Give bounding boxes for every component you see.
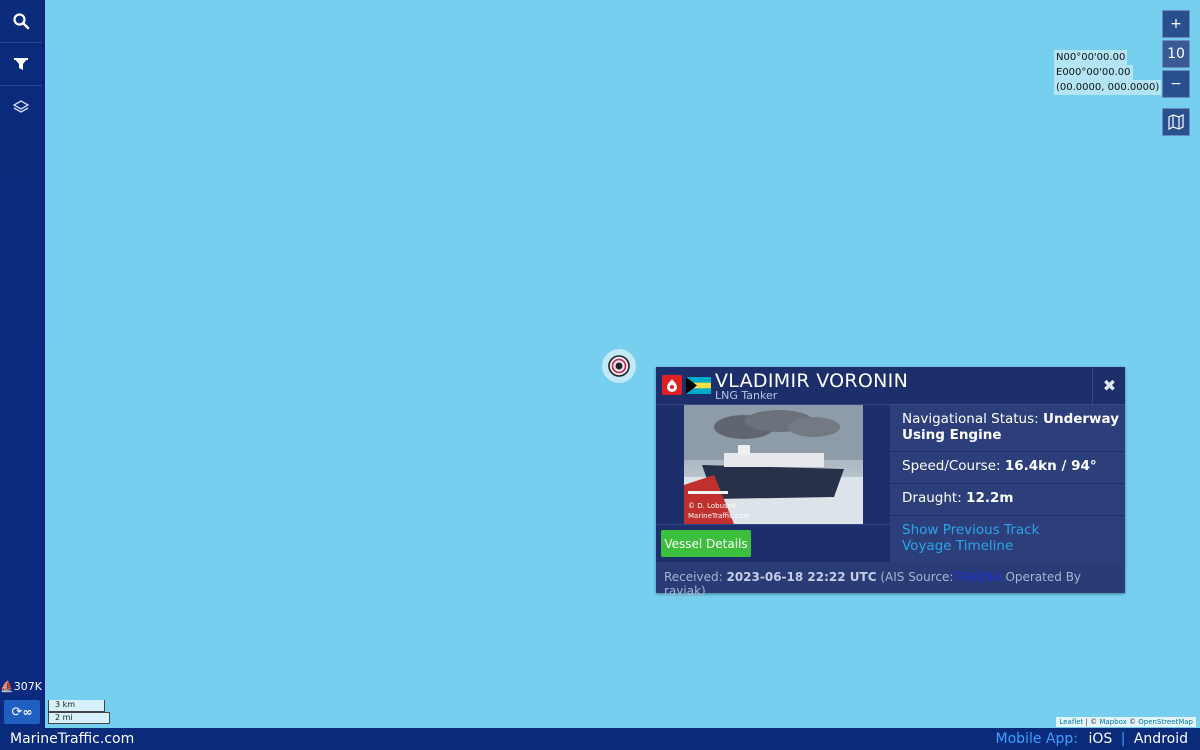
osm-link[interactable]: OpenStreetMap <box>1138 718 1193 726</box>
search-button[interactable] <box>0 0 42 43</box>
map-icon <box>1168 114 1184 130</box>
draught-row: Draught: 12.2m <box>890 484 1125 516</box>
photo-credit-line-2: MarineTraffic.com <box>688 512 751 520</box>
track-links: Show Previous Track Voyage Timeline <box>890 516 1125 562</box>
zoom-out-label: − <box>1170 76 1182 92</box>
replay-button[interactable]: ⟳ ∞ <box>4 700 40 724</box>
show-previous-track-link[interactable]: Show Previous Track <box>902 522 1125 538</box>
filter-button[interactable] <box>0 43 42 86</box>
vessel-count-value: 307K <box>13 680 42 693</box>
speed-course-label: Speed/Course: <box>902 458 1005 474</box>
attribution-sep-1: | © <box>1083 718 1100 726</box>
coord-lon: E000°00'00.00 <box>1054 65 1133 80</box>
sidebar-edge <box>42 0 45 728</box>
speed-course-value: 16.4kn / 94° <box>1004 458 1097 474</box>
nav-status-row: Navigational Status: Underway Using Engi… <box>890 405 1125 452</box>
mapbox-link[interactable]: Mapbox <box>1099 718 1126 726</box>
voyage-timeline-link[interactable]: Voyage Timeline <box>902 538 1125 554</box>
app-separator: | <box>1120 731 1126 747</box>
leaflet-link[interactable]: Leaflet <box>1059 718 1083 726</box>
coord-decimal: (00.0000, 000.0000) <box>1054 80 1162 95</box>
scale-mi: 2 mi <box>48 712 110 724</box>
map-attribution: Leaflet | © Mapbox © OpenStreetMap <box>1056 717 1196 727</box>
close-popup-button[interactable]: ✖ <box>1092 367 1126 404</box>
search-icon <box>13 13 30 30</box>
filter-icon <box>14 58 28 70</box>
coordinates-readout: N00°00'00.00 E000°00'00.00 (00.0000, 000… <box>1054 50 1162 95</box>
received-label: Received: <box>664 570 727 584</box>
footer-bar: MarineTraffic.com Mobile App: iOS | Andr… <box>0 728 1200 750</box>
ship-icon: ⛵ <box>0 680 14 693</box>
android-link[interactable]: Android <box>1134 731 1188 747</box>
received-value: 2023-06-18 22:22 UTC <box>726 570 877 584</box>
popup-header: VLADIMIR VORONIN LNG Tanker ✖ <box>656 367 1125 405</box>
map-layers-button[interactable] <box>1162 108 1190 136</box>
replay-label: ∞ <box>22 705 33 719</box>
zoom-level: 10 <box>1162 40 1190 68</box>
vessel-marker-icon <box>608 355 630 377</box>
coord-lat: N00°00'00.00 <box>1054 50 1128 65</box>
ais-source-link[interactable]: TRAENA <box>953 570 1001 584</box>
scale-mi-label: 2 mi <box>55 713 73 722</box>
close-icon: ✖ <box>1102 376 1117 395</box>
vessel-count: ⛵307K <box>0 680 42 693</box>
mobile-apps: Mobile App: iOS | Android <box>996 731 1188 747</box>
attribution-sep-2: © <box>1126 718 1139 726</box>
vessel-type: LNG Tanker <box>715 389 778 402</box>
vessel-info-panel: Navigational Status: Underway Using Engi… <box>890 405 1125 562</box>
layers-icon <box>12 100 30 113</box>
ais-source-label: (AIS Source: <box>876 570 954 584</box>
photo-credit-line-1: © D. Lobusov <box>688 502 737 510</box>
gas-tanker-icon <box>662 375 682 395</box>
photo-credit: © D. Lobusov MarineTraffic.com <box>688 501 750 521</box>
vessel-popup: VLADIMIR VORONIN LNG Tanker ✖ © D. Lobus… <box>656 367 1125 598</box>
vessel-marker[interactable] <box>602 349 636 383</box>
brand-link[interactable]: MarineTraffic.com <box>10 731 134 747</box>
sidebar: ⛵307K ⟳ ∞ <box>0 0 42 728</box>
vessel-photo[interactable]: © D. Lobusov MarineTraffic.com <box>684 405 863 524</box>
vessel-details-button[interactable]: Vessel Details <box>661 530 751 557</box>
zoom-out-button[interactable]: − <box>1162 70 1190 98</box>
layers-button[interactable] <box>0 86 42 128</box>
bahamas-flag-icon <box>686 377 711 394</box>
ios-link[interactable]: iOS <box>1088 731 1112 747</box>
scale-km-label: 3 km <box>55 700 76 709</box>
refresh-icon: ⟳ <box>11 704 23 720</box>
zoom-in-button[interactable]: + <box>1162 10 1190 38</box>
speed-course-row: Speed/Course: 16.4kn / 94° <box>890 452 1125 484</box>
nav-status-label: Navigational Status: <box>902 411 1043 427</box>
zoom-in-label: + <box>1170 16 1182 32</box>
scale-km: 3 km <box>48 700 105 712</box>
mobile-app-label: Mobile App: <box>995 731 1078 747</box>
zoom-level-value: 10 <box>1167 46 1185 62</box>
draught-value: 12.2m <box>966 490 1014 506</box>
received-info: Received: 2023-06-18 22:22 UTC (AIS Sour… <box>656 562 1125 598</box>
divider <box>656 524 890 525</box>
draught-label: Draught: <box>902 490 967 506</box>
